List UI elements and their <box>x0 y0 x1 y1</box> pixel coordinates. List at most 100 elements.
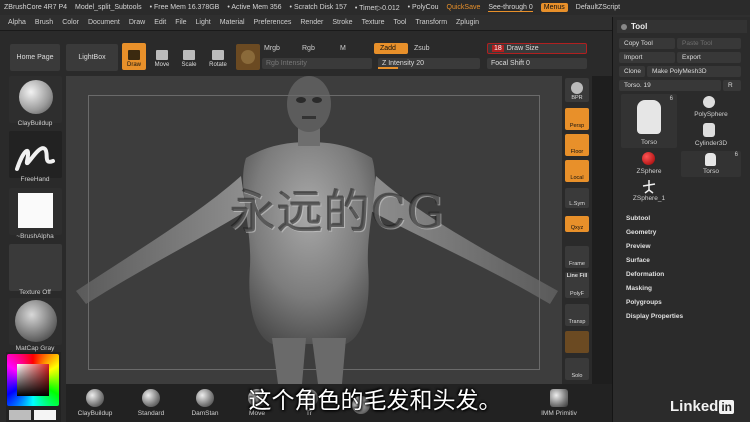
display-properties-menu[interactable]: Display Properties <box>626 313 683 320</box>
tool-thumb-polysphere[interactable]: PolySphere <box>681 94 741 120</box>
tool-thumb-torso-2[interactable]: 6 Torso <box>681 151 741 177</box>
scale-button[interactable]: Scale <box>177 43 201 70</box>
document-title: Model_split_Subtools <box>75 4 142 11</box>
frame-button[interactable]: Frame <box>565 246 589 268</box>
menu-material[interactable]: Material <box>220 19 245 26</box>
copy-tool-button[interactable]: Copy Tool <box>619 38 675 49</box>
preview-menu[interactable]: Preview <box>626 243 651 250</box>
move-button[interactable]: Move <box>150 43 174 70</box>
geometry-menu[interactable]: Geometry <box>626 229 656 236</box>
matcap-sphere-icon <box>15 300 57 342</box>
line-fill-label: Line Fill <box>566 273 588 279</box>
make-polymesh-button[interactable]: Make PolyMesh3D <box>647 66 741 77</box>
tool-thumb-torso[interactable]: 6 Torso <box>621 94 677 148</box>
menu-zplugin[interactable]: Zplugin <box>456 19 479 26</box>
local-button[interactable]: Local <box>565 160 589 182</box>
menu-alpha[interactable]: Alpha <box>8 19 26 26</box>
watermark-text: 永远的CG <box>230 185 445 239</box>
masking-menu[interactable]: Masking <box>626 285 652 292</box>
menu-light[interactable]: Light <box>196 19 211 26</box>
current-tool-slider[interactable]: Torso. 19 <box>619 80 721 91</box>
alpha-thumbnail[interactable] <box>9 188 62 235</box>
menu-file[interactable]: File <box>175 19 186 26</box>
transp-button[interactable]: Transp <box>565 304 589 326</box>
polygroups-menu[interactable]: Polygroups <box>626 299 662 306</box>
mrgb-button[interactable]: Mrgb <box>264 43 280 54</box>
polyf-button[interactable]: Line Fill PolyF <box>565 272 589 298</box>
qxyz-label: Qxyz <box>570 225 584 231</box>
bpr-label: BPR <box>571 95 583 101</box>
rgb-intensity-slider[interactable]: Rgb Intensity <box>262 58 372 69</box>
tool-thumb-zsphere[interactable]: ZSphere <box>621 151 677 177</box>
material-thumbnail[interactable] <box>9 298 62 345</box>
stroke-thumbnail[interactable] <box>9 131 62 178</box>
persp-button[interactable]: Persp <box>565 108 589 130</box>
linkedin-logo-text: Linked <box>670 398 719 415</box>
rotate-button[interactable]: Rotate <box>206 43 230 70</box>
zsphere-icon <box>642 152 655 165</box>
brush-label: ClayBuildup <box>17 120 53 127</box>
linkedin-logo: Linked in <box>670 398 735 415</box>
transp-label: Transp <box>568 319 586 325</box>
home-page-button[interactable]: Home Page <box>10 44 60 71</box>
menu-texture[interactable]: Texture <box>362 19 385 26</box>
rgb-button[interactable]: Rgb <box>302 43 315 54</box>
menu-preferences[interactable]: Preferences <box>254 19 292 26</box>
surface-menu[interactable]: Surface <box>626 257 650 264</box>
menu-color[interactable]: Color <box>62 19 79 26</box>
zsub-button[interactable]: Zsub <box>414 43 430 54</box>
menu-document[interactable]: Document <box>88 19 120 26</box>
qxyz-button[interactable]: Qxyz <box>565 216 589 232</box>
tool-palette-title: Tool <box>631 22 648 31</box>
menu-brush[interactable]: Brush <box>35 19 53 26</box>
draw-size-label: Draw Size <box>506 45 539 52</box>
menu-draw[interactable]: Draw <box>129 19 145 26</box>
deformation-menu[interactable]: Deformation <box>626 271 664 278</box>
menu-render[interactable]: Render <box>300 19 323 26</box>
floor-button[interactable]: Floor <box>565 134 589 156</box>
m-button[interactable]: M <box>340 43 346 54</box>
brush-thumbnail[interactable] <box>9 76 62 123</box>
solo-button[interactable]: Solo <box>565 358 589 380</box>
scale-label: Scale <box>181 62 197 68</box>
default-script-button[interactable]: DefaultZScript <box>576 4 620 11</box>
clone-button[interactable]: Clone <box>619 66 645 77</box>
ghost-button[interactable] <box>565 331 589 353</box>
torso-label: Torso <box>641 139 657 146</box>
draw-button[interactable]: Draw <box>122 43 146 70</box>
draw-size-slider[interactable]: 18 Draw Size <box>487 43 587 54</box>
import-button[interactable]: Import <box>619 52 675 63</box>
menu-edit[interactable]: Edit <box>154 19 166 26</box>
tool-thumb-cylinder[interactable]: Cylinder3D <box>681 121 741 149</box>
z-intensity-slider[interactable]: Z Intensity 20 <box>378 58 480 69</box>
r-button[interactable]: R <box>723 80 741 91</box>
rgb-intensity-label: Rgb Intensity <box>266 60 307 67</box>
cylinder-icon <box>703 123 715 137</box>
frame-label: Frame <box>569 261 585 267</box>
quicksave-button[interactable]: QuickSave <box>447 4 481 11</box>
menus-button[interactable]: Menus <box>540 3 568 12</box>
torso-2-label: Torso <box>703 168 719 175</box>
alpha-icon <box>18 193 53 228</box>
lightbox-button[interactable]: LightBox <box>66 44 118 71</box>
menu-tool[interactable]: Tool <box>394 19 407 26</box>
texture-thumbnail[interactable] <box>9 244 62 291</box>
tool-palette-header[interactable]: Tool <box>617 20 747 33</box>
bpr-button[interactable]: BPR <box>565 78 589 102</box>
focal-shift-slider[interactable]: Focal Shift 0 <box>487 58 587 69</box>
see-through-slider[interactable]: See-through 0 <box>488 4 533 12</box>
export-button[interactable]: Export <box>677 52 741 63</box>
lsym-button[interactable]: L.Sym <box>565 188 589 208</box>
tool-palette: Tool Copy Tool Paste Tool Import Export … <box>612 17 750 422</box>
freehand-stroke-icon <box>15 146 55 171</box>
menu-stroke[interactable]: Stroke <box>332 19 352 26</box>
paste-tool-button[interactable]: Paste Tool <box>677 38 741 49</box>
material-label: MatCap Gray <box>15 345 55 352</box>
tool-thumb-zsphere-1[interactable]: ZSphere_1 <box>621 178 677 204</box>
material-swatch[interactable] <box>236 44 260 70</box>
subtool-menu[interactable]: Subtool <box>626 215 650 222</box>
video-subtitle: 这个角色的毛发和头发。 <box>248 388 502 414</box>
rotate-label: Rotate <box>209 62 227 68</box>
menu-transform[interactable]: Transform <box>415 19 447 26</box>
zadd-button[interactable]: Zadd <box>374 43 408 54</box>
